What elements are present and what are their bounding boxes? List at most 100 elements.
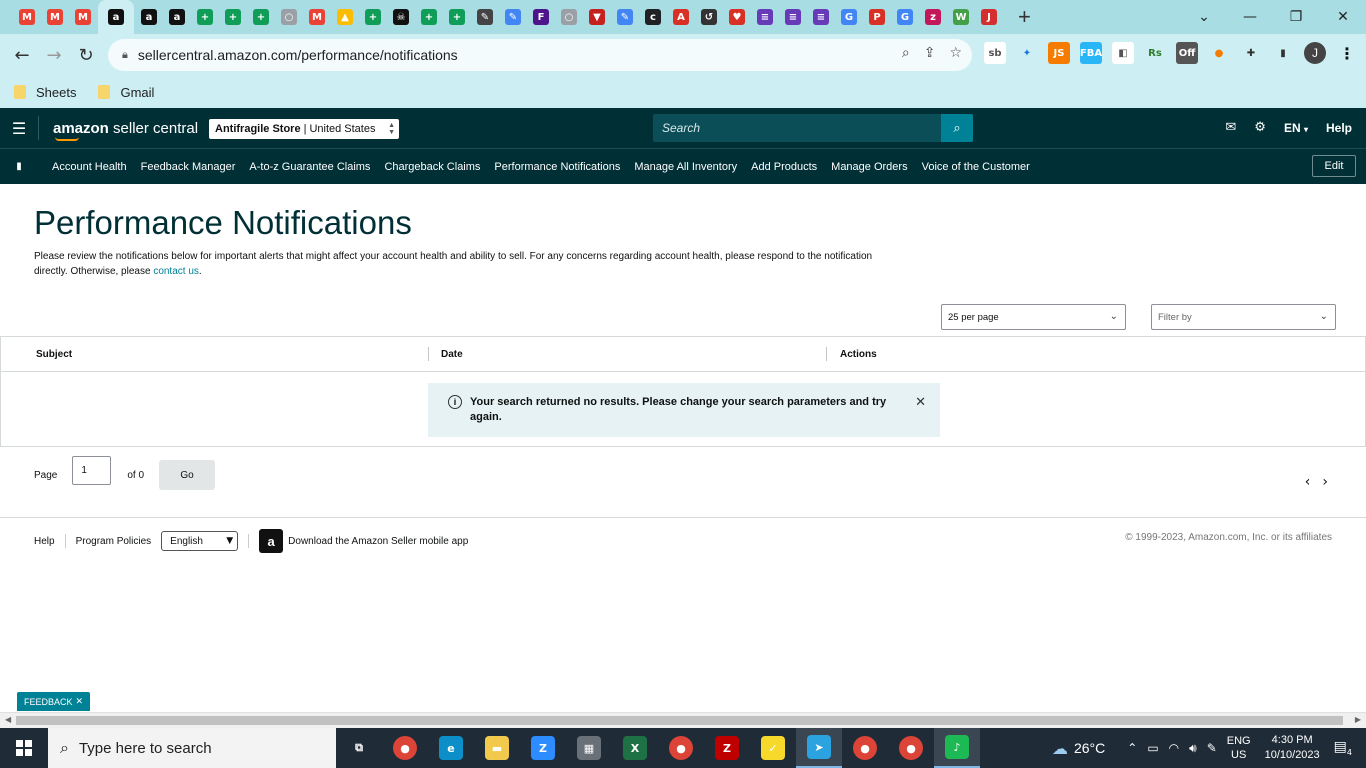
volume-icon[interactable]: 🔊︎ (1189, 741, 1197, 756)
help-link[interactable]: Help (1326, 121, 1352, 135)
close-icon[interactable]: ✕ (75, 696, 83, 707)
edit-nav-button[interactable]: Edit (1312, 155, 1356, 177)
taskbar-app[interactable]: ♪ (934, 728, 980, 768)
taskbar-app[interactable]: e (428, 728, 474, 768)
per-page-select[interactable]: 25 per page ⌄ (941, 304, 1126, 330)
nav-manage-inventory[interactable]: Manage All Inventory (634, 161, 737, 173)
browser-tab[interactable]: ○ (556, 0, 582, 34)
browser-tab[interactable]: G (836, 0, 862, 34)
nav-manage-orders[interactable]: Manage Orders (831, 161, 907, 173)
forward-icon[interactable]: → (38, 39, 70, 71)
browser-tab[interactable]: J (976, 0, 1002, 34)
browser-tab[interactable]: M (304, 0, 330, 34)
page-number-input[interactable]: 1 (72, 455, 112, 485)
filter-select[interactable]: Filter by ⌄ (1151, 304, 1336, 330)
scroll-left-icon[interactable]: ◀ (5, 715, 11, 724)
close-icon[interactable]: ✕ (915, 395, 926, 410)
bookmark-sheets[interactable]: Sheets (14, 85, 76, 100)
hamburger-menu-icon[interactable]: ☰ (0, 119, 38, 138)
battery-icon[interactable]: ▭ (1147, 741, 1158, 755)
reload-icon[interactable]: ↻ (70, 39, 102, 71)
browser-tab[interactable]: ▲ (332, 0, 358, 34)
wifi-icon[interactable]: ◠ (1169, 741, 1179, 755)
taskbar-search[interactable]: ⌕ Type here to search (48, 728, 336, 768)
taskbar-app[interactable]: ● (658, 728, 704, 768)
browser-tab[interactable]: ✎ (500, 0, 526, 34)
browser-tab[interactable]: c (640, 0, 666, 34)
footer-help-link[interactable]: Help (34, 536, 55, 547)
amazon-app-icon[interactable]: a (259, 529, 284, 553)
tab-search-icon[interactable]: ⌄ (1181, 0, 1227, 34)
notification-icon[interactable]: ▤4 (1334, 739, 1352, 757)
feedback-button[interactable]: FEEDBACK ✕ (17, 692, 90, 711)
gear-icon[interactable]: ⚙ (1254, 120, 1266, 135)
browser-tab[interactable]: + (360, 0, 386, 34)
weather-widget[interactable]: ☁ 26°C (1052, 739, 1105, 758)
column-date[interactable]: Date (441, 349, 463, 360)
nav-feedback-manager[interactable]: Feedback Manager (141, 161, 236, 173)
search-icon[interactable]: ⌕ (941, 114, 973, 142)
nav-voice-of-customer[interactable]: Voice of the Customer (922, 161, 1030, 173)
browser-tab[interactable]: ≡ (808, 0, 834, 34)
browser-tab[interactable]: + (220, 0, 246, 34)
scroll-right-icon[interactable]: ▶ (1355, 715, 1361, 724)
browser-tab[interactable]: ▼ (584, 0, 610, 34)
scrollbar-thumb[interactable] (16, 716, 1343, 725)
browser-tab[interactable]: + (248, 0, 274, 34)
fba-icon[interactable]: FBA (1080, 42, 1102, 64)
chevron-left-icon[interactable]: ‹ (1305, 474, 1311, 490)
browser-tab[interactable]: M (42, 0, 68, 34)
browser-tab[interactable]: ✎ (612, 0, 638, 34)
nav-atoz-claims[interactable]: A-to-z Guarantee Claims (249, 161, 370, 173)
js-icon[interactable]: JS (1048, 42, 1070, 64)
column-subject[interactable]: Subject (36, 349, 72, 360)
browser-tab[interactable]: F (528, 0, 554, 34)
taskbar-app[interactable]: Z (520, 728, 566, 768)
browser-tab[interactable]: ☠ (388, 0, 414, 34)
browser-tab[interactable]: ○ (276, 0, 302, 34)
browser-tab[interactable]: G (892, 0, 918, 34)
browser-tab[interactable]: P (864, 0, 890, 34)
contact-us-link[interactable]: contact us (153, 266, 199, 277)
browser-tab[interactable]: a (136, 0, 162, 34)
browser-tab[interactable]: W (948, 0, 974, 34)
browser-tab[interactable]: A (668, 0, 694, 34)
taskbar-app[interactable]: ● (382, 728, 428, 768)
browser-tab[interactable]: + (192, 0, 218, 34)
new-tab-icon[interactable]: + (1018, 4, 1031, 30)
profile-avatar[interactable]: J (1304, 42, 1326, 64)
taskbar-app[interactable]: ● (888, 728, 934, 768)
puzzle-icon[interactable]: ✚ (1240, 42, 1262, 64)
taskbar-app[interactable]: ⧉ (336, 728, 382, 768)
browser-tab[interactable]: ♥ (724, 0, 750, 34)
taskbar-app[interactable]: ▦ (566, 728, 612, 768)
share-icon[interactable]: ⇪ (924, 45, 936, 61)
nav-chargeback-claims[interactable]: Chargeback Claims (384, 161, 480, 173)
search-input[interactable]: Search (653, 121, 941, 135)
footer-language-select[interactable]: English ▼ (161, 531, 239, 551)
calc-icon[interactable]: ◧ (1112, 42, 1134, 64)
browser-tab[interactable]: M (70, 0, 96, 34)
browser-tab[interactable]: M (14, 0, 40, 34)
minimize-icon[interactable]: — (1227, 0, 1273, 34)
browser-tab[interactable]: a (98, 0, 134, 34)
column-actions[interactable]: Actions (840, 349, 877, 360)
browser-tab[interactable]: + (416, 0, 442, 34)
pen-icon[interactable]: ✎ (1207, 741, 1217, 755)
nav-add-products[interactable]: Add Products (751, 161, 817, 173)
close-window-icon[interactable]: ✕ (1320, 0, 1366, 34)
sellerboard-icon[interactable]: sb (984, 42, 1006, 64)
start-button[interactable] (0, 728, 48, 768)
horizontal-scrollbar[interactable]: ◀ ▶ (0, 712, 1366, 728)
clock[interactable]: 4:30 PM 10/10/2023 (1265, 733, 1320, 763)
browser-tab[interactable]: ✎ (472, 0, 498, 34)
sidepanel-icon[interactable]: ▮ (1272, 42, 1294, 64)
chevron-right-icon[interactable]: › (1322, 474, 1328, 490)
browser-tab[interactable]: z (920, 0, 946, 34)
nav-account-health[interactable]: Account Health (52, 161, 127, 173)
download-app-link[interactable]: Download the Amazon Seller mobile app (288, 536, 468, 547)
taskbar-app[interactable]: ● (842, 728, 888, 768)
nav-performance-notifications[interactable]: Performance Notifications (494, 161, 620, 173)
browser-tab[interactable]: ≡ (780, 0, 806, 34)
bookmark-icon[interactable]: ▮ (0, 161, 38, 172)
